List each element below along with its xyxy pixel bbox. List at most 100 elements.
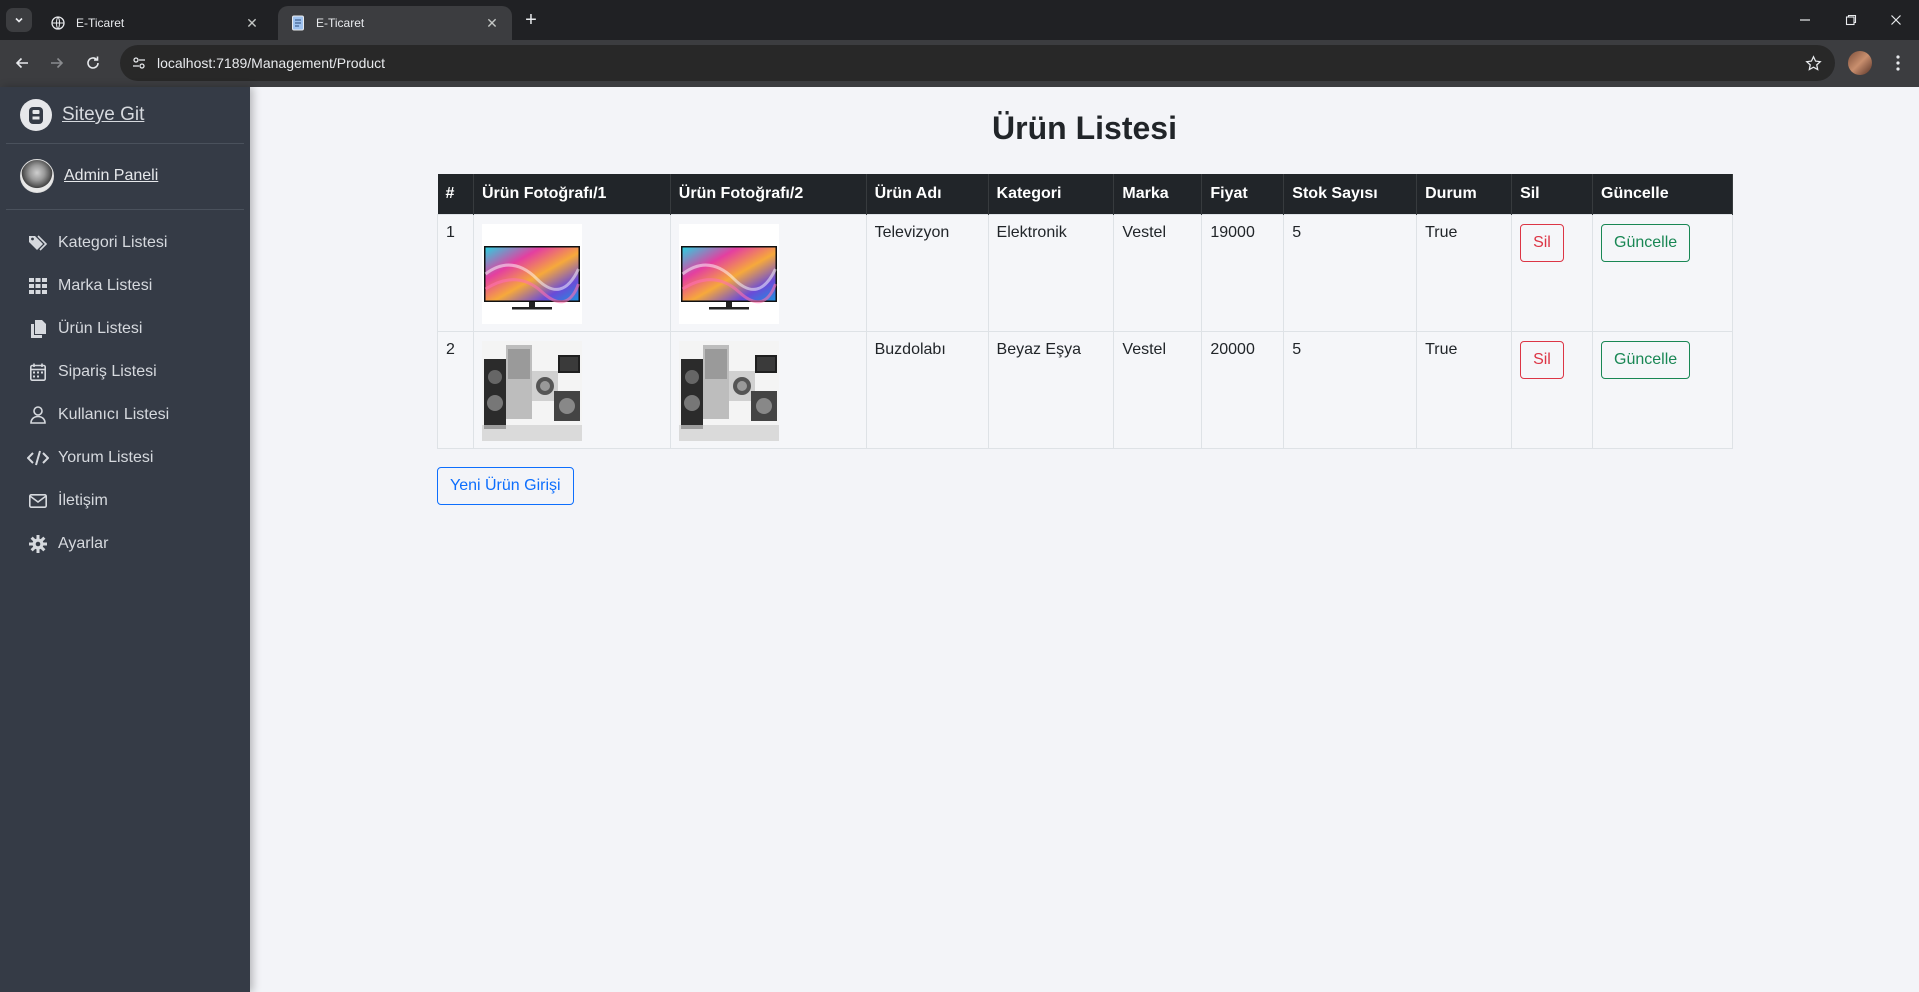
column-header: Ürün Adı — [866, 174, 989, 214]
sidebar-item-urun-listesi[interactable]: Ürün Listesi — [0, 307, 250, 350]
new-product-button[interactable]: Yeni Ürün Girişi — [437, 467, 574, 505]
sidebar-item-yorum-listesi[interactable]: Yorum Listesi — [0, 436, 250, 479]
bookmark-star-icon[interactable] — [1803, 53, 1823, 73]
product-stock: 5 — [1283, 330, 1418, 449]
tab-title: E-Ticaret — [316, 16, 365, 30]
envelope-icon — [27, 491, 49, 511]
sidebar-item-label: Sipariş Listesi — [58, 362, 157, 380]
table-row: 2 Buzdolabı Beyaz Eşya Vestel 20000 5 Tr… — [437, 330, 1733, 449]
product-category: Elektronik — [987, 213, 1115, 332]
close-tab-icon[interactable]: ✕ — [484, 15, 500, 32]
minimize-icon[interactable] — [1795, 10, 1815, 30]
kebab-menu-icon[interactable] — [1888, 52, 1908, 74]
brand-link[interactable]: Siteye Git — [20, 99, 144, 131]
table-header-row: # Ürün Fotoğrafı/1 Ürün Fotoğrafı/2 Ürün… — [437, 174, 1733, 214]
column-header: Stok Sayısı — [1283, 174, 1418, 214]
page-title: Ürün Listesi — [992, 110, 1177, 146]
sidebar-item-kullanici-listesi[interactable]: Kullanıcı Listesi — [0, 393, 250, 436]
copy-icon — [27, 319, 49, 339]
appliances-photo — [678, 340, 779, 441]
tv-photo — [481, 223, 582, 324]
column-header: Fiyat — [1201, 174, 1285, 214]
browser-toolbar: localhost:7189/Management/Product — [0, 40, 1919, 87]
product-name: Televizyon — [865, 213, 989, 332]
sidebar-item-iletisim[interactable]: İletişim — [0, 479, 250, 522]
appliances-photo — [481, 340, 582, 441]
update-button[interactable]: Güncelle — [1601, 223, 1691, 262]
code-icon — [27, 448, 49, 468]
browser-tab-2[interactable]: E-Ticaret ✕ — [278, 6, 512, 40]
sidebar-item-label: Kategori Listesi — [58, 233, 168, 251]
browser-tab-1[interactable]: E-Ticaret ✕ — [38, 6, 272, 40]
tags-icon — [27, 233, 49, 253]
sidebar-item-label: Ürün Listesi — [58, 319, 143, 337]
sidebar-item-label: Kullanıcı Listesi — [58, 405, 170, 423]
update-cell: Güncelle — [1592, 213, 1733, 332]
close-tab-icon[interactable]: ✕ — [244, 15, 260, 32]
sidebar-item-label: Ayarlar — [58, 534, 109, 552]
column-header: Sil — [1511, 174, 1594, 214]
admin-panel-label: Admin Paneli — [64, 167, 159, 184]
forward-icon[interactable] — [46, 52, 68, 74]
product-stock: 5 — [1283, 213, 1418, 332]
update-button[interactable]: Güncelle — [1601, 340, 1691, 379]
product-photo-2-cell — [669, 213, 867, 332]
admin-sidebar: Siteye Git Admin Paneli Kategori Listesi… — [0, 87, 250, 992]
column-header: Durum — [1416, 174, 1513, 214]
browser-tab-bar: E-Ticaret ✕ E-Ticaret ✕ + — [0, 0, 1919, 40]
close-window-icon[interactable] — [1886, 10, 1906, 30]
delete-button[interactable]: Sil — [1520, 223, 1564, 262]
sidebar-item-siparis-listesi[interactable]: Sipariş Listesi — [0, 350, 250, 393]
gear-icon — [27, 534, 49, 554]
sidebar-item-label: Marka Listesi — [58, 276, 153, 294]
delete-cell: Sil — [1511, 213, 1594, 332]
product-photo-2-cell — [669, 330, 867, 449]
calendar-icon — [27, 362, 49, 382]
column-header: Ürün Fotoğrafı/2 — [670, 174, 867, 214]
reload-icon[interactable] — [82, 52, 104, 74]
grid-icon — [27, 276, 49, 296]
profile-avatar[interactable] — [1848, 51, 1872, 75]
sidebar-divider — [6, 209, 244, 210]
chevron-down-icon — [15, 17, 23, 23]
user-icon — [27, 405, 49, 425]
sidebar-divider — [6, 143, 244, 144]
sidebar-item-label: İletişim — [58, 491, 108, 509]
restore-icon[interactable] — [1841, 10, 1861, 30]
product-photo-1-cell — [472, 330, 671, 449]
product-status: True — [1416, 330, 1513, 449]
product-brand: Vestel — [1113, 213, 1203, 332]
sidebar-item-marka-listesi[interactable]: Marka Listesi — [0, 264, 250, 307]
sidebar-item-label: Yorum Listesi — [58, 448, 154, 466]
admin-panel-link[interactable]: Admin Paneli — [20, 159, 159, 193]
product-category: Beyaz Eşya — [987, 330, 1115, 449]
update-cell: Güncelle — [1592, 330, 1733, 449]
sidebar-item-ayarlar[interactable]: Ayarlar — [0, 522, 250, 565]
column-header: Marka — [1113, 174, 1203, 214]
product-status: True — [1416, 213, 1513, 332]
back-icon[interactable] — [11, 52, 33, 74]
product-price: 19000 — [1201, 213, 1285, 332]
product-photo-1-cell — [472, 213, 671, 332]
globe-icon — [50, 15, 66, 31]
delete-button[interactable]: Sil — [1520, 340, 1564, 379]
product-table: # Ürün Fotoğrafı/1 Ürün Fotoğrafı/2 Ürün… — [437, 174, 1733, 449]
site-info-icon[interactable] — [130, 54, 148, 72]
column-header: # — [437, 174, 474, 214]
delete-cell: Sil — [1511, 330, 1594, 449]
sidebar-item-kategori-listesi[interactable]: Kategori Listesi — [0, 221, 250, 264]
column-header: Ürün Fotoğrafı/1 — [473, 174, 671, 214]
tab-search-button[interactable] — [6, 8, 32, 32]
table-row: 1 Televizyon Elektronik Vestel 19000 5 T… — [437, 213, 1733, 332]
brand-text: Siteye Git — [62, 104, 145, 125]
row-id: 2 — [437, 330, 474, 449]
row-id: 1 — [437, 213, 474, 332]
new-tab-icon[interactable]: + — [520, 9, 542, 31]
address-bar[interactable]: localhost:7189/Management/Product — [120, 45, 1835, 81]
column-header: Güncelle — [1592, 174, 1733, 214]
sidebar-menu: Kategori Listesi Marka Listesi Ürün List… — [0, 221, 250, 565]
document-icon — [290, 15, 306, 31]
product-price: 20000 — [1201, 330, 1285, 449]
avatar — [20, 159, 54, 193]
tab-title: E-Ticaret — [76, 16, 125, 30]
